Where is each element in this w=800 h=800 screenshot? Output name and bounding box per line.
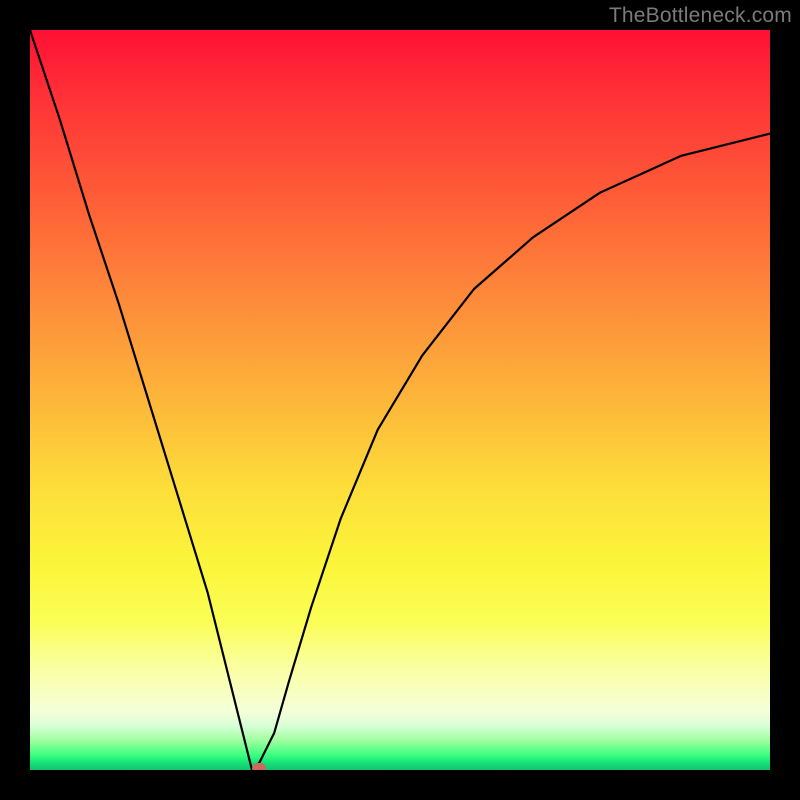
chart-frame: TheBottleneck.com	[0, 0, 800, 800]
curve-svg	[30, 30, 770, 770]
minimum-marker	[252, 763, 266, 770]
bottleneck-curve	[30, 30, 770, 770]
watermark-text: TheBottleneck.com	[609, 4, 792, 28]
plot-area	[30, 30, 770, 770]
